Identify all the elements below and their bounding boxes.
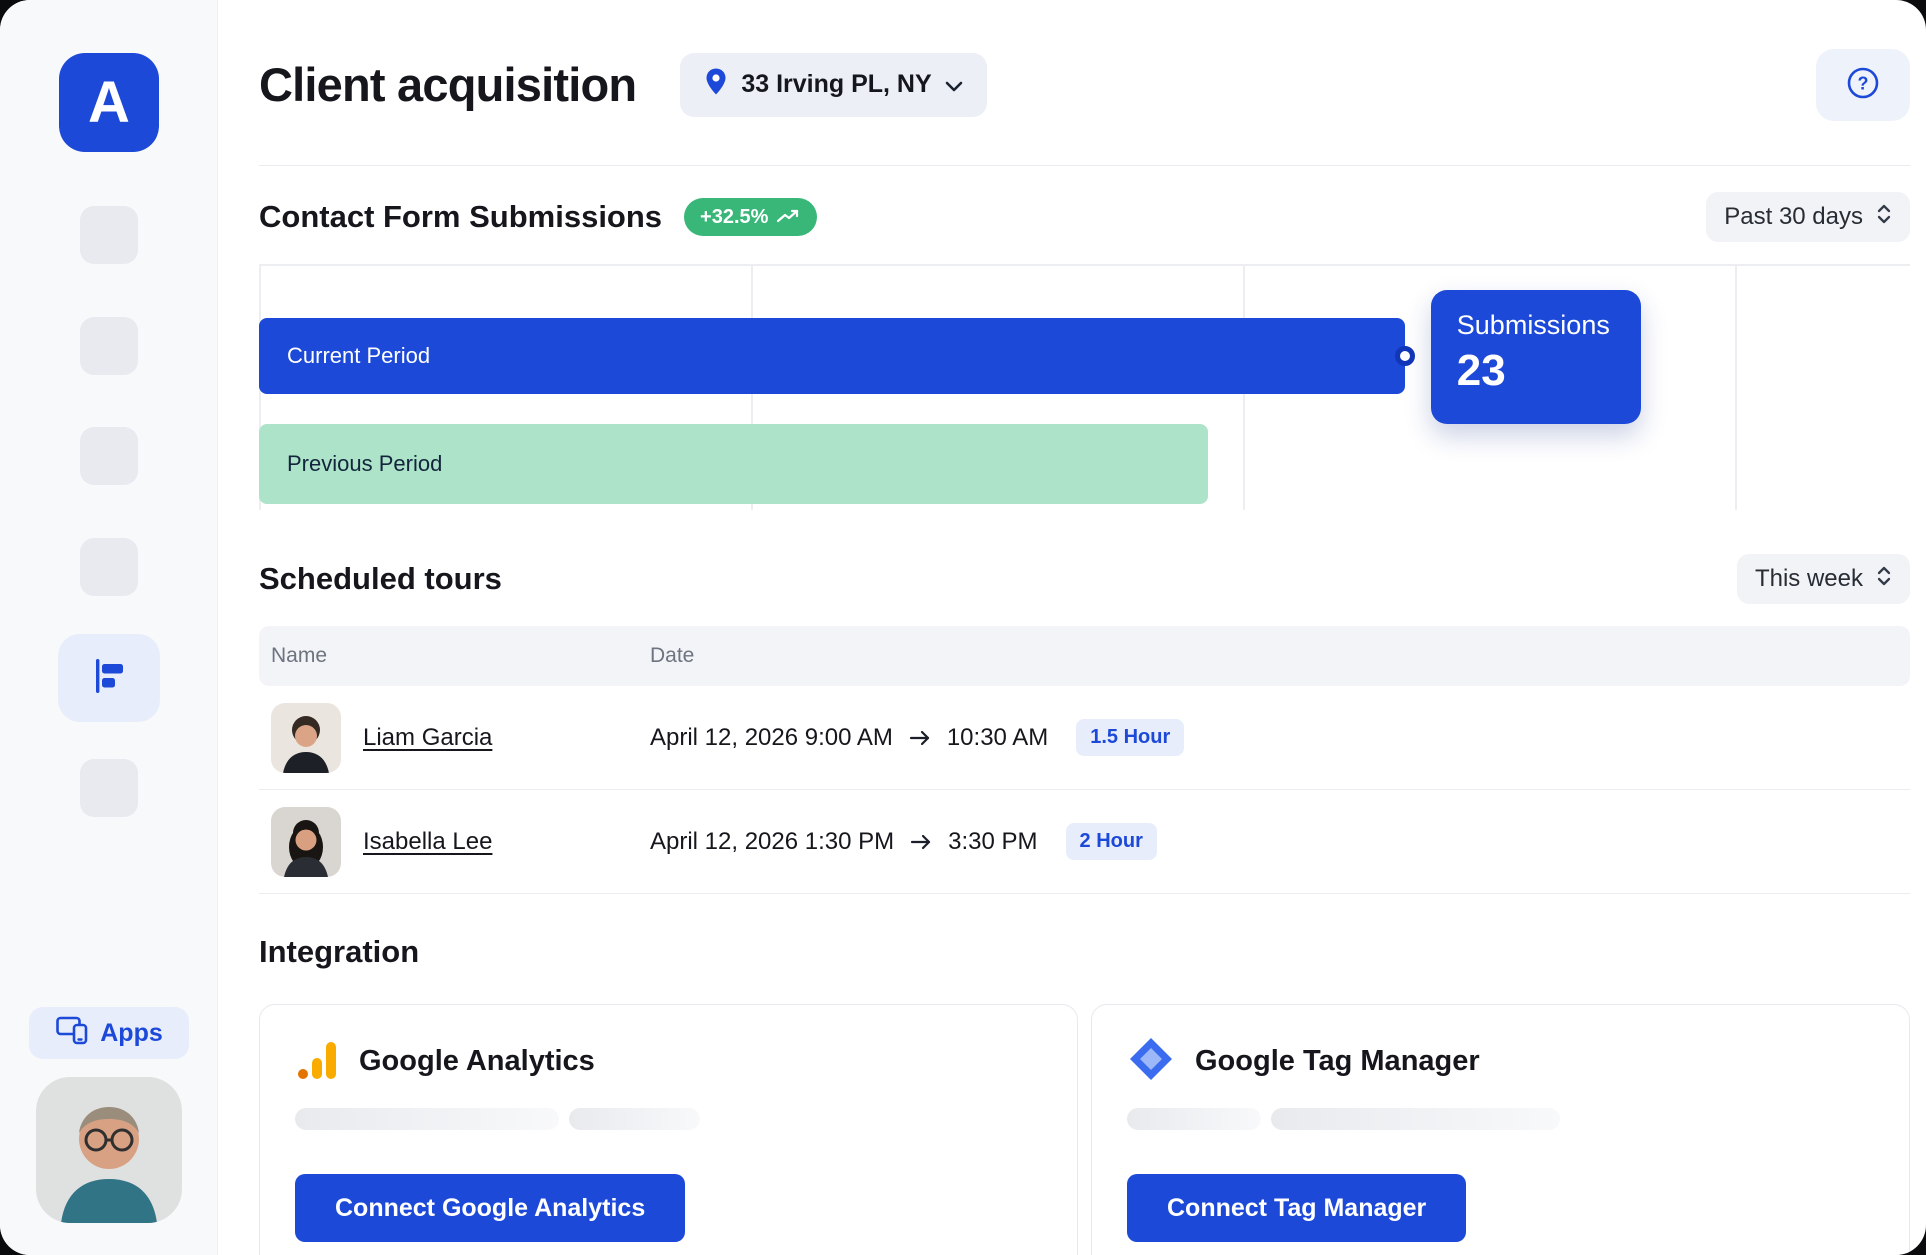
location-label: 33 Irving PL, NY	[741, 70, 931, 99]
name-cell: Liam Garcia	[259, 703, 650, 773]
avatar	[271, 703, 341, 773]
tours-header-row: Scheduled tours This week	[259, 554, 1910, 604]
tours-range-select[interactable]: This week	[1737, 554, 1910, 604]
app-logo[interactable]: A	[59, 53, 159, 152]
column-header-date: Date	[650, 644, 1910, 668]
user-avatar[interactable]	[36, 1077, 182, 1223]
main-content: Client acquisition 33 Irving PL, NY	[218, 0, 1926, 1255]
date-cell: April 12, 2026 1:30 PM 3:30 PM 2 Hour	[650, 823, 1910, 860]
card-title: Google Analytics	[359, 1045, 595, 1078]
page-header: Client acquisition 33 Irving PL, NY	[259, 0, 1910, 166]
integration-header-row: Integration	[259, 934, 1910, 970]
tours-table: Name Date	[259, 626, 1910, 894]
date-cell: April 12, 2026 9:00 AM 10:30 AM 1.5 Hour	[650, 719, 1910, 756]
submissions-bar-chart: Current Period Submissions 23 Previous P…	[259, 264, 1910, 510]
arrow-right-icon	[910, 834, 932, 850]
google-tag-manager-card: Google Tag Manager Connect Tag Manager	[1091, 1004, 1910, 1255]
chart-gridline	[1735, 266, 1737, 510]
sidebar-item-3[interactable]	[80, 427, 138, 485]
duration-badge: 2 Hour	[1066, 823, 1157, 860]
submissions-section: Contact Form Submissions +32.5% Past 30 …	[259, 192, 1910, 510]
chart-tooltip: Submissions 23	[1431, 290, 1641, 424]
skeleton-bar	[569, 1108, 700, 1130]
arrow-right-icon	[909, 730, 931, 746]
integration-section: Integration Google Analytics	[259, 934, 1910, 1255]
tour-end: 3:30 PM	[948, 828, 1037, 856]
tour-end: 10:30 AM	[947, 724, 1048, 752]
devices-icon	[55, 1015, 89, 1052]
chevrons-up-down-icon	[1876, 202, 1892, 233]
page-title: Client acquisition	[259, 57, 636, 112]
tooltip-value: 23	[1457, 346, 1615, 396]
sidebar-item-4[interactable]	[80, 538, 138, 596]
chevron-down-icon	[945, 70, 963, 99]
skeleton-row	[1127, 1108, 1874, 1130]
trend-value: +32.5%	[700, 206, 768, 229]
tooltip-label: Submissions	[1457, 310, 1615, 341]
table-header-row: Name Date	[259, 626, 1910, 686]
skeleton-row	[295, 1108, 1042, 1130]
tours-title: Scheduled tours	[259, 561, 502, 597]
tooltip-anchor-dot	[1395, 346, 1415, 366]
current-period-bar[interactable]: Current Period	[259, 318, 1405, 394]
person-link[interactable]: Isabella Lee	[363, 828, 492, 856]
sidebar-item-2[interactable]	[80, 317, 138, 375]
table-row: Isabella Lee April 12, 2026 1:30 PM 3:30…	[259, 790, 1910, 894]
tour-start: April 12, 2026 9:00 AM	[650, 724, 893, 752]
submissions-range-select[interactable]: Past 30 days	[1706, 192, 1910, 242]
card-title: Google Tag Manager	[1195, 1045, 1480, 1078]
tour-start: April 12, 2026 1:30 PM	[650, 828, 894, 856]
location-selector[interactable]: 33 Irving PL, NY	[680, 53, 986, 117]
trending-up-icon	[777, 206, 801, 229]
current-period-label: Current Period	[287, 343, 430, 369]
help-circle-icon: ?	[1844, 64, 1882, 105]
apps-label: Apps	[100, 1019, 163, 1048]
duration-badge: 1.5 Hour	[1076, 719, 1184, 756]
submissions-header-row: Contact Form Submissions +32.5% Past 30 …	[259, 192, 1910, 242]
google-tag-manager-icon	[1127, 1035, 1175, 1088]
person-link[interactable]: Liam Garcia	[363, 724, 492, 752]
card-header: Google Analytics	[295, 1037, 1042, 1086]
submissions-title: Contact Form Submissions	[259, 199, 662, 235]
name-cell: Isabella Lee	[259, 807, 650, 877]
connect-tag-manager-button[interactable]: Connect Tag Manager	[1127, 1174, 1466, 1242]
integration-cards: Google Analytics Connect Google Analytic…	[259, 1004, 1910, 1255]
sidebar-item-active-analytics[interactable]	[58, 634, 160, 722]
google-analytics-icon	[295, 1037, 339, 1086]
map-pin-icon	[704, 67, 728, 103]
card-header: Google Tag Manager	[1127, 1037, 1874, 1086]
app-window: A Apps	[0, 0, 1926, 1255]
previous-period-bar[interactable]: Previous Period	[259, 424, 1208, 504]
avatar	[271, 807, 341, 877]
integration-title: Integration	[259, 934, 419, 970]
gantt-chart-icon	[88, 655, 130, 702]
tours-section: Scheduled tours This week Name Date	[259, 554, 1910, 894]
skeleton-bar	[1127, 1108, 1261, 1130]
google-analytics-card: Google Analytics Connect Google Analytic…	[259, 1004, 1078, 1255]
submissions-range-label: Past 30 days	[1724, 203, 1863, 231]
skeleton-bar	[295, 1108, 559, 1130]
sidebar-item-1[interactable]	[80, 206, 138, 264]
table-row: Liam Garcia April 12, 2026 9:00 AM 10:30…	[259, 686, 1910, 790]
sidebar: A Apps	[0, 0, 218, 1255]
column-header-name: Name	[259, 644, 650, 668]
sidebar-item-5[interactable]	[80, 759, 138, 817]
chevrons-up-down-icon	[1876, 564, 1892, 595]
svg-text:?: ?	[1858, 74, 1869, 94]
previous-period-label: Previous Period	[287, 451, 442, 477]
trend-badge: +32.5%	[684, 198, 817, 236]
connect-google-analytics-button[interactable]: Connect Google Analytics	[295, 1174, 685, 1242]
skeleton-bar	[1271, 1108, 1560, 1130]
tours-range-label: This week	[1755, 565, 1863, 593]
help-button[interactable]: ?	[1816, 49, 1910, 121]
apps-button[interactable]: Apps	[29, 1007, 189, 1059]
